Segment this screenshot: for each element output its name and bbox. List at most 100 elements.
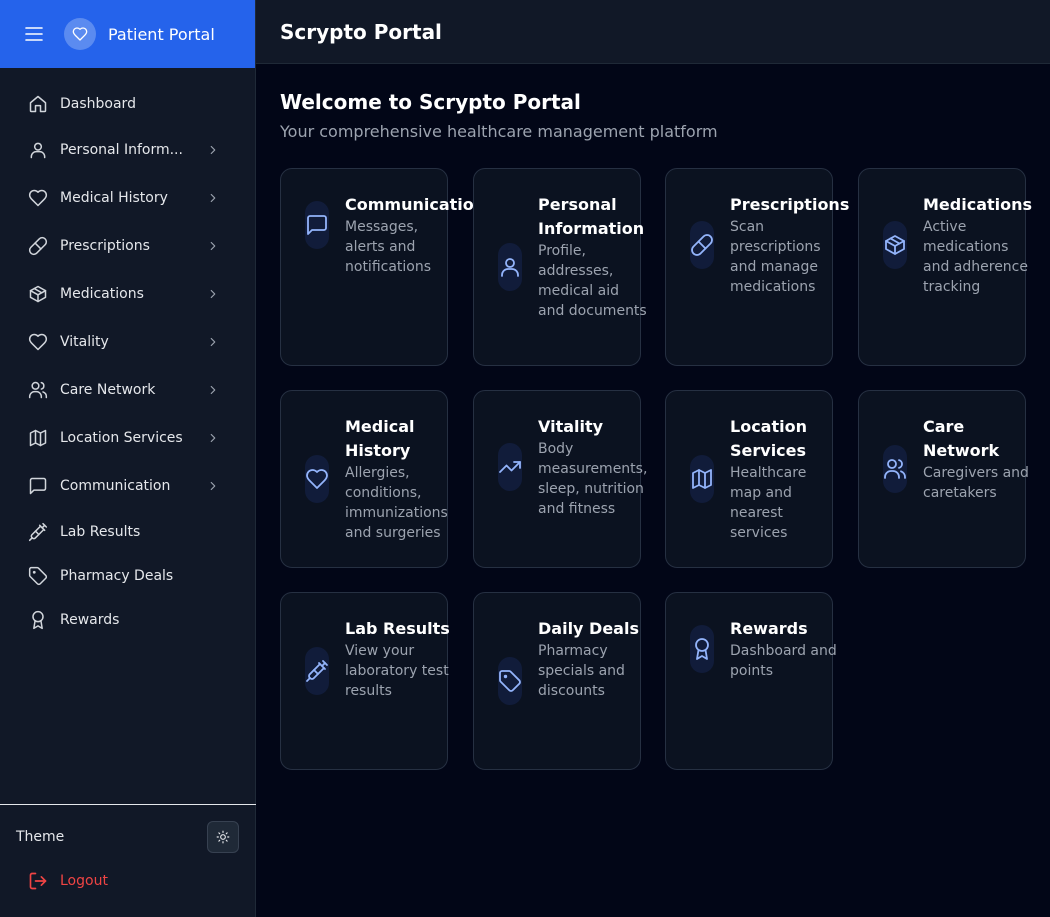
heart-icon [64, 18, 96, 50]
sidebar-item-label: Vitality [60, 334, 109, 350]
card-title: Lab Results [345, 619, 450, 638]
tag-icon [28, 566, 48, 586]
card-medications[interactable]: Medications Active medications and adhere… [858, 168, 1032, 366]
chevron-right-icon [206, 335, 220, 349]
sidebar-item-medical-history[interactable]: Medical History [16, 178, 240, 218]
card-text: Medical History Allergies, conditions, im… [345, 415, 455, 543]
sidebar-item-label: Medical History [60, 190, 168, 206]
syringe-icon [28, 522, 48, 542]
chevron-right-icon [206, 143, 220, 157]
card-title: Care Network [923, 417, 1000, 460]
sidebar-item-medications[interactable]: Medications [16, 274, 240, 314]
card-text: Location Services Healthcare map and near… [730, 415, 840, 543]
sidebar-item-pharmacy-deals[interactable]: Pharmacy Deals [16, 556, 240, 596]
card-title: Rewards [730, 619, 808, 638]
sidebar-item-lab-results[interactable]: Lab Results [16, 512, 240, 552]
sidebar-item-communication[interactable]: Communication [16, 466, 240, 506]
card-text: Personal Information Profile, addresses, … [538, 193, 648, 321]
card-text: Communications Messages, alerts and notif… [345, 193, 495, 277]
sidebar-item-dashboard[interactable]: Dashboard [16, 84, 240, 124]
welcome-heading: Welcome to Scrypto Portal [280, 90, 581, 114]
logout-label: Logout [60, 873, 108, 889]
menu-icon[interactable] [24, 24, 44, 44]
card-lab-results[interactable]: Lab Results View your laboratory test res… [280, 592, 450, 770]
user-icon [498, 243, 522, 291]
sidebar-item-location-services[interactable]: Location Services [16, 418, 240, 458]
card-description: Allergies, conditions, immunizations and… [345, 465, 448, 541]
card-text: Prescriptions Scan prescriptions and mana… [730, 193, 850, 297]
card-description: Healthcare map and nearest services [730, 465, 807, 541]
brand-name: Patient Portal [108, 24, 215, 44]
card-description: Pharmacy specials and discounts [538, 643, 625, 699]
trending-up-icon [498, 443, 522, 491]
logout-button[interactable]: Logout [28, 871, 108, 891]
package-icon [28, 284, 48, 304]
card-text: Daily Deals Pharmacy specials and discoun… [538, 617, 648, 701]
card-title: Personal Information [538, 195, 645, 238]
map-icon [28, 428, 48, 448]
chevron-right-icon [206, 191, 220, 205]
heart-icon [28, 188, 48, 208]
card-title: Vitality [538, 417, 604, 436]
card-description: Caregivers and caretakers [923, 465, 1029, 501]
sidebar-item-label: Pharmacy Deals [60, 568, 174, 584]
card-location-services[interactable]: Location Services Healthcare map and near… [665, 390, 833, 568]
welcome-subtitle: Your comprehensive healthcare management… [280, 122, 718, 141]
syringe-icon [305, 647, 329, 695]
home-icon [28, 94, 48, 114]
card-title: Location Services [730, 417, 807, 460]
card-communications[interactable]: Communications Messages, alerts and notif… [280, 168, 495, 366]
chevron-right-icon [206, 479, 220, 493]
chevron-right-icon [206, 287, 220, 301]
sidebar-footer: Theme Logout [0, 804, 256, 917]
tag-icon [498, 657, 522, 705]
card-description: Body measurements, sleep, nutrition and … [538, 441, 648, 517]
sidebar-item-label: Lab Results [60, 524, 141, 540]
card-daily-deals[interactable]: Daily Deals Pharmacy specials and discoun… [473, 592, 641, 770]
card-description: Dashboard and points [730, 643, 837, 679]
card-text: Rewards Dashboard and points [730, 617, 840, 681]
sidebar-item-label: Personal Inform... [60, 142, 183, 158]
top-bar: Scrypto Portal [256, 0, 1050, 64]
sidebar: Patient Portal Dashboard Personal Inform.… [0, 0, 256, 917]
card-title: Medications [923, 195, 1033, 214]
card-title: Communications [345, 195, 495, 214]
card-text: Vitality Body measurements, sleep, nutrit… [538, 415, 648, 519]
sidebar-item-label: Rewards [60, 612, 120, 628]
card-title: Daily Deals [538, 619, 639, 638]
card-title: Medical History [345, 417, 415, 460]
sidebar-item-rewards[interactable]: Rewards [16, 600, 240, 640]
card-prescriptions[interactable]: Prescriptions Scan prescriptions and mana… [665, 168, 849, 366]
users-icon [883, 445, 907, 493]
sidebar-item-care-network[interactable]: Care Network [16, 370, 240, 410]
sidebar-item-label: Dashboard [60, 96, 136, 112]
sidebar-header: Patient Portal [0, 0, 255, 68]
card-vitality[interactable]: Vitality Body measurements, sleep, nutrit… [473, 390, 647, 568]
card-care-network[interactable]: Care Network Caregivers and caretakers [858, 390, 1029, 568]
sidebar-item-personal-inform[interactable]: Personal Inform... [16, 130, 240, 170]
sidebar-item-label: Location Services [60, 430, 183, 446]
sidebar-item-label: Communication [60, 478, 171, 494]
map-icon [690, 455, 714, 503]
chevron-right-icon [206, 383, 220, 397]
card-medical-history[interactable]: Medical History Allergies, conditions, im… [280, 390, 448, 568]
sidebar-item-prescriptions[interactable]: Prescriptions [16, 226, 240, 266]
chevron-right-icon [206, 239, 220, 253]
card-description: View your laboratory test results [345, 643, 449, 699]
card-title: Prescriptions [730, 195, 850, 214]
sidebar-item-label: Medications [60, 286, 144, 302]
card-description: Profile, addresses, medical aid and docu… [538, 243, 647, 319]
card-text: Care Network Caregivers and caretakers [923, 415, 1033, 503]
sun-icon [216, 830, 230, 844]
card-text: Lab Results View your laboratory test res… [345, 617, 455, 701]
sidebar-item-label: Prescriptions [60, 238, 150, 254]
heart-icon [305, 455, 329, 503]
package-icon [883, 221, 907, 269]
user-icon [28, 140, 48, 160]
sidebar-item-vitality[interactable]: Vitality [16, 322, 240, 362]
theme-toggle-button[interactable] [207, 821, 239, 853]
award-icon [690, 625, 714, 673]
card-rewards[interactable]: Rewards Dashboard and points [665, 592, 837, 770]
pill-icon [28, 236, 48, 256]
card-personal-information[interactable]: Personal Information Profile, addresses, … [473, 168, 647, 366]
